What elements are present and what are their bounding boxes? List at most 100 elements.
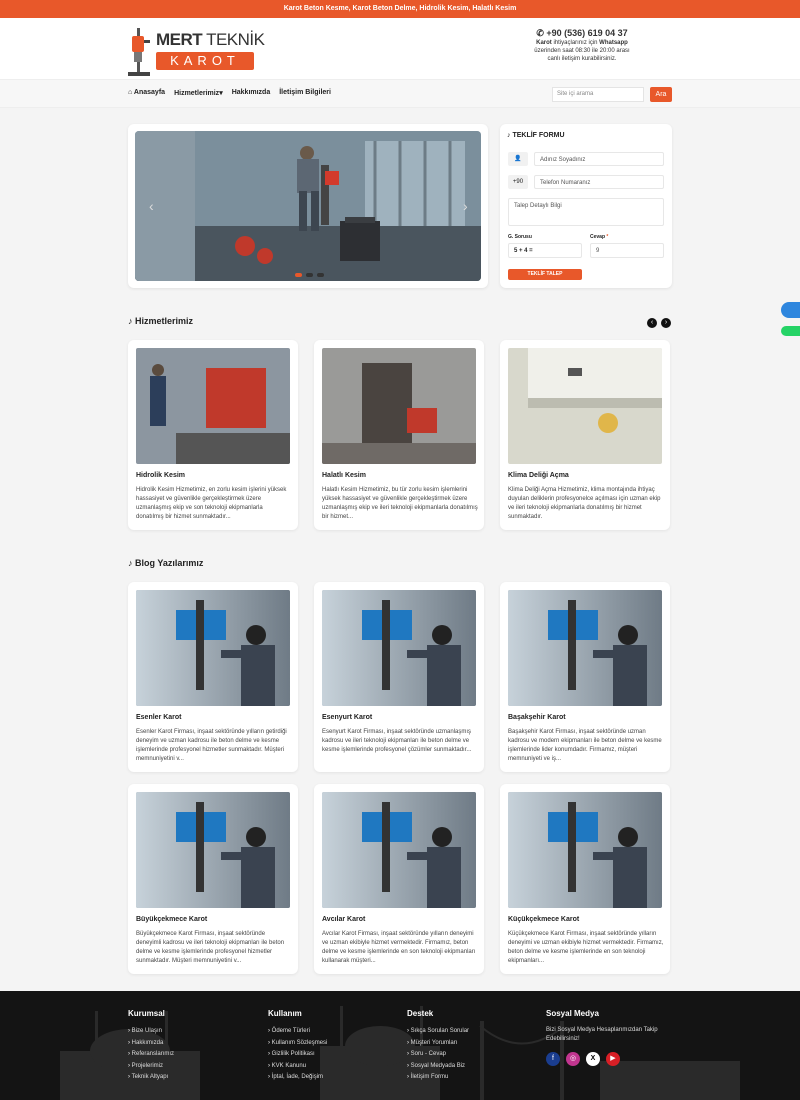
next-arrow-icon[interactable]: › [661,318,671,328]
slider-dots [295,273,324,277]
contact-line1: Karot ihtiyaçlarınız için Whatsapp [536,40,628,46]
blog-title: Büyükçekmece Karot [136,916,208,923]
slider-image[interactable]: ‹ › [135,131,481,281]
footer-link[interactable]: Hakkımızda [128,1038,174,1050]
contact-line2: üzerinden saat 08:30 ile 20:00 arası [534,48,630,54]
drill-logo-icon [128,28,150,76]
whatsapp-icon: ✆ [536,28,547,38]
footer-link[interactable]: KVK Kanunu [268,1061,327,1073]
answer-field[interactable]: 9 [590,243,664,258]
footer-link[interactable]: Projelerimiz [128,1061,174,1073]
blog-image [136,792,290,908]
nav-contact[interactable]: İletişim Bilgileri [279,89,331,97]
contact-phone[interactable]: ✆ +90 (536) 619 04 37 [522,28,642,38]
site-logo[interactable]: MERT TEKNİK KAROT [126,26,266,78]
blog-desc: Esenler Karot Firması, inşaat sektöründe… [136,729,287,762]
footer-col-kurumsal: Kurumsal Bize UlaşınHakkımızdaReferansla… [128,1009,174,1084]
question-label: G. Sorusu [508,234,532,240]
caret-down-icon: ▾ [219,90,223,97]
blog-card[interactable]: Büyükçekmece Karot Büyükçekmece Karot Fir… [128,784,298,974]
blog-card[interactable]: Esenler Karot Esenler Karot Firması, inşa… [128,582,298,772]
music-note-icon: ♪ [128,316,136,326]
blog-desc: Avcılar Karot Firması, inşaat sektöründe… [322,931,476,964]
footer-col-kullanim: Kullanım Ödeme TürleriKullanım Sözleşmes… [268,1009,327,1084]
footer-link[interactable]: Bize Ulaşın [128,1026,174,1038]
submit-quote-button[interactable]: TEKLİF TALEP [508,269,582,280]
blog-card[interactable]: Esenyurt Karot Esenyurt Karot Firması, in… [314,582,484,772]
blog-title: Esenler Karot [136,714,182,721]
site-header: MERT TEKNİK KAROT ✆ +90 (536) 619 04 37 … [0,18,800,80]
logo-text-bottom: KAROT [156,52,254,70]
logo-text-top: MERT TEKNİK [156,30,265,49]
x-twitter-icon[interactable]: X [586,1052,600,1066]
svg-text:‹: ‹ [149,198,154,214]
top-announcement-bar: Karot Beton Kesme, Karot Beton Delme, Hi… [0,0,800,18]
blog-card[interactable]: Küçükçekmece Karot Küçükçekmece Karot Fir… [500,784,670,974]
facebook-icon[interactable]: f [546,1052,560,1066]
blog-desc: Büyükçekmece Karot Firması, inşaat sektö… [136,931,285,964]
footer-link[interactable]: Sosyal Medyada Biz [407,1061,469,1073]
nav-services[interactable]: Hizmetlerimiz▾ [174,89,223,97]
blog-title: Küçükçekmece Karot [508,916,580,923]
service-title: Klima Deliği Açma [508,472,569,479]
nav-about[interactable]: Hakkımızda [232,89,271,97]
service-card[interactable]: Klima Deliği Açma Klima Deliği Açma Hizm… [500,340,670,530]
service-desc: Hidrolik Kesim Hizmetimiz, en zorlu kesi… [136,487,287,520]
footer-link[interactable]: Gizlilik Politikası [268,1049,327,1061]
blog-image [322,792,476,908]
footer-link[interactable]: Kullanım Sözleşmesi [268,1038,328,1050]
slider-dot[interactable] [306,273,313,277]
search-input[interactable]: Site içi arama [552,87,644,102]
blog-desc: Küçükçekmece Karot Firması, inşaat sektö… [508,931,664,964]
contact-line3: canlı iletişim kurabilirsiniz. [547,56,617,62]
blog-title: Avcılar Karot [322,916,366,923]
footer-col-title: Sosyal Medya [546,1009,599,1018]
country-code: +90 [508,175,528,189]
search-button[interactable]: Ara [650,87,672,102]
instagram-icon[interactable]: ◎ [566,1052,580,1066]
footer-link[interactable]: Soru - Cevap [407,1049,469,1061]
footer-col-destek: Destek Sıkça Sorulan SorularMüşteri Yoru… [407,1009,469,1084]
name-field[interactable]: Adınız Soyadınız [534,152,664,166]
footer-link[interactable]: Sıkça Sorulan Sorular [407,1026,469,1038]
footer-link[interactable]: İletişim Formu [407,1072,469,1084]
blog-image [322,590,476,706]
youtube-icon[interactable]: ▶ [606,1052,620,1066]
footer-col-social: Sosyal Medya Bizi Sosyal Medya Hesapları… [546,1009,672,1066]
slider-dot[interactable] [317,273,324,277]
service-desc: Klima Deliği Açma Hizmetimiz, klima mont… [508,487,661,520]
hero-slider: ‹ › [128,124,488,288]
phone-field[interactable]: Telefon Numaranız [534,175,664,189]
detail-field[interactable]: Talep Detaylı Bilgi [508,198,664,226]
service-card[interactable]: Halatlı Kesim Halatlı Kesim Hizmetimiz, … [314,340,484,530]
slider-dot[interactable] [295,273,302,277]
footer-col-title: Kullanım [268,1009,302,1018]
prev-arrow-icon[interactable]: ‹ [647,318,657,328]
service-card[interactable]: Hidrolik Kesim Hidrolik Kesim Hizmetimiz… [128,340,298,530]
service-title: Hidrolik Kesim [136,472,186,479]
svg-text:›: › [463,198,468,214]
footer-link[interactable]: Ödeme Türleri [268,1026,327,1038]
services-title: ♪ Hizmetlerimiz [128,316,194,326]
blog-image [508,590,662,706]
blog-desc: Esenyurt Karot Firması, inşaat sektöründ… [322,729,472,753]
blog-title: ♪ Blog Yazılarımız [128,558,204,568]
service-image [322,348,476,464]
footer-link[interactable]: İptal, İade, Değişim [268,1072,327,1084]
nav-home[interactable]: ⌂ Anasayfa [128,89,165,97]
blog-card[interactable]: Başakşehir Karot Başakşehir Karot Firması… [500,582,670,772]
whatsapp-float-button[interactable] [781,326,800,336]
blog-desc: Başakşehir Karot Firması, inşaat sektörü… [508,729,662,762]
music-note-icon: ♪ [128,558,136,568]
user-plus-icon: 👤 [508,152,528,166]
footer-link[interactable]: Müşteri Yorumları [407,1038,469,1050]
footer-col-title: Destek [407,1009,434,1018]
skyline-illustration [60,1006,740,1100]
footer-link[interactable]: Teknik Altyapı [128,1072,174,1084]
service-image [508,348,662,464]
social-text: Bizi Sosyal Medya Hesaplarımızdan Takip … [546,1027,658,1042]
phone-float-button[interactable] [781,302,800,318]
question-box: 5 + 4 = [508,243,582,258]
footer-link[interactable]: Referanslarımız [128,1049,174,1061]
blog-card[interactable]: Avcılar Karot Avcılar Karot Firması, inşa… [314,784,484,974]
